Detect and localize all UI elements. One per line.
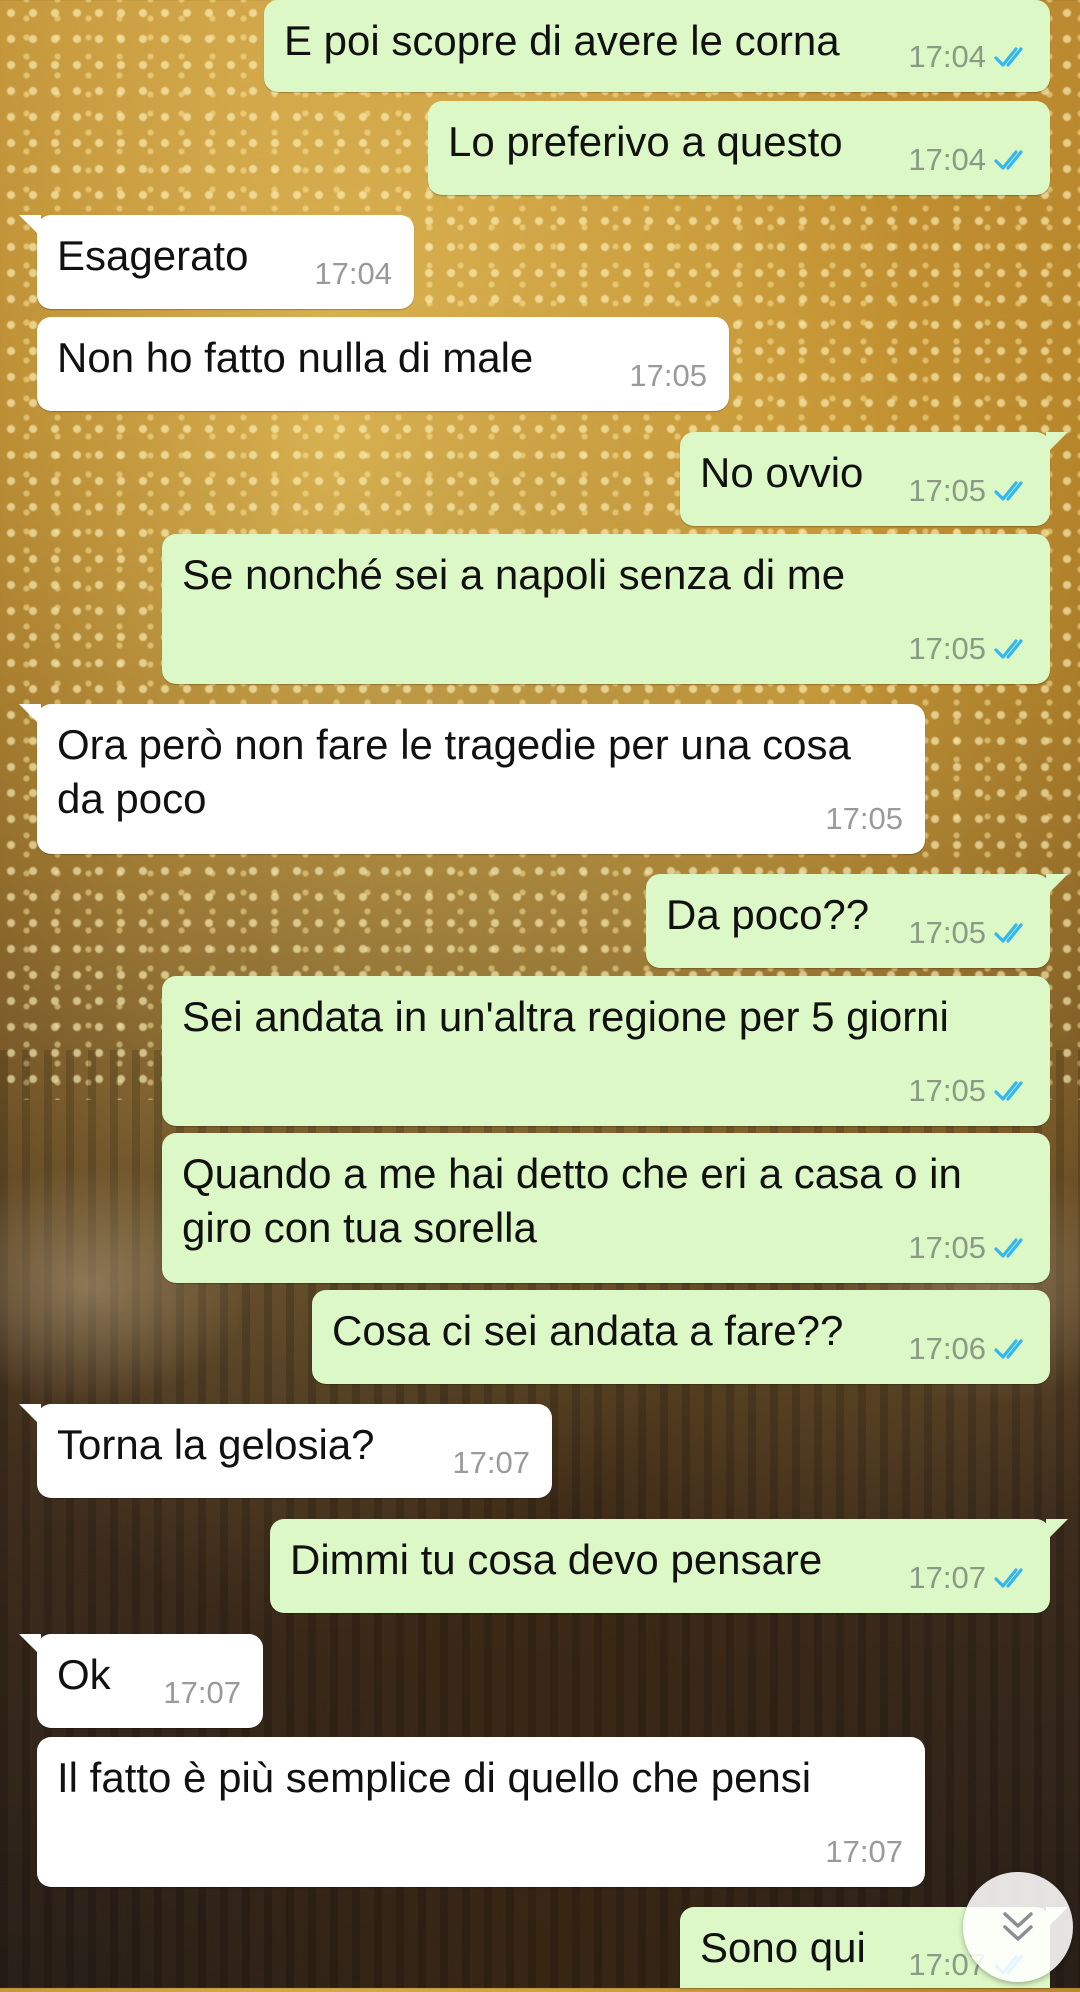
message-meta: 17:07 [908, 1551, 1032, 1605]
message-meta: 17:04 [908, 30, 1032, 84]
chevron-double-down-icon [1003, 1912, 1033, 1941]
message-time: 17:05 [908, 915, 986, 950]
message-text: Il fatto è più semplice di quello che pe… [57, 1754, 812, 1801]
message-bubble-outgoing[interactable]: Quando a me hai detto che eri a casa o i… [162, 1133, 1050, 1283]
message-bubble-incoming[interactable]: Esagerato 17:04 [19, 215, 414, 309]
double-check-icon [994, 923, 1023, 943]
message-meta: 17:05 [908, 1064, 1032, 1118]
message-meta: 17:07 [163, 1666, 241, 1720]
double-check-icon [994, 1568, 1023, 1588]
message-text: Se nonché sei a napoli senza di me [182, 551, 846, 598]
message-text: Non ho fatto nulla di male [57, 334, 534, 381]
message-meta: 17:07 [825, 1825, 903, 1879]
message-bubble-outgoing[interactable]: No ovvio 17:05 [680, 432, 1068, 526]
message-bubble-incoming[interactable]: Il fatto è più semplice di quello che pe… [37, 1737, 925, 1887]
double-check-icon [994, 47, 1023, 67]
message-time: 17:04 [314, 256, 392, 291]
message-bubble-incoming[interactable]: Non ho fatto nulla di male 17:05 [37, 317, 729, 411]
message-meta: 17:05 [629, 349, 707, 403]
message-bubble-outgoing[interactable]: Cosa ci sei andata a fare?? 17:06 [312, 1290, 1050, 1384]
double-check-icon [994, 1238, 1023, 1258]
message-time: 17:04 [908, 142, 986, 177]
message-bubble-incoming[interactable]: Ora però non fare le tragedie per una co… [19, 704, 925, 854]
message-time: 17:05 [629, 358, 707, 393]
double-check-icon [994, 639, 1023, 659]
message-meta: 17:07 [452, 1436, 530, 1490]
message-meta: 17:04 [908, 133, 1032, 187]
message-time: 17:05 [908, 1230, 986, 1265]
double-check-icon [994, 150, 1023, 170]
message-meta: 17:06 [908, 1322, 1032, 1376]
message-meta: 17:04 [314, 247, 392, 301]
scroll-to-bottom-button[interactable] [963, 1872, 1073, 1982]
message-bubble-outgoing[interactable]: Da poco?? 17:05 [646, 874, 1068, 968]
message-text: Ora però non fare le tragedie per una co… [57, 721, 863, 822]
message-bubble-outgoing[interactable]: Dimmi tu cosa devo pensare 17:07 [270, 1519, 1068, 1613]
message-time: 17:07 [908, 1560, 986, 1595]
message-time: 17:05 [825, 801, 903, 836]
message-time: 17:05 [908, 1073, 986, 1108]
message-bubble-outgoing[interactable]: E poi scopre di avere le corna 17:04 [264, 0, 1050, 92]
message-bubble-incoming[interactable]: Ok 17:07 [19, 1634, 263, 1728]
message-bubble-incoming[interactable]: Torna la gelosia? 17:07 [19, 1404, 552, 1498]
message-time: 17:04 [908, 39, 986, 74]
message-time: 17:05 [908, 473, 986, 508]
message-text: Sei andata in un'altra regione per 5 gio… [182, 993, 949, 1040]
message-meta: 17:05 [908, 1221, 1032, 1275]
message-time: 17:06 [908, 1331, 986, 1366]
double-check-icon [994, 481, 1023, 501]
message-time: 17:05 [908, 631, 986, 666]
message-time: 17:07 [163, 1675, 241, 1710]
message-time: 17:07 [452, 1445, 530, 1480]
message-meta: 17:05 [825, 792, 903, 846]
message-meta: 17:05 [908, 464, 1032, 518]
message-meta: 17:05 [908, 906, 1032, 960]
message-meta: 17:05 [908, 622, 1032, 676]
chat-message-list[interactable]: E poi scopre di avere le corna 17:04 Lo … [0, 0, 1080, 1988]
double-check-icon [994, 1339, 1023, 1359]
message-bubble-outgoing[interactable]: Lo preferivo a questo 17:04 [428, 101, 1050, 195]
message-bubble-outgoing[interactable]: Sei andata in un'altra regione per 5 gio… [162, 976, 1050, 1126]
message-time: 17:07 [825, 1834, 903, 1869]
message-bubble-outgoing[interactable]: Se nonché sei a napoli senza di me 17:05 [162, 534, 1050, 684]
double-check-icon [994, 1081, 1023, 1101]
